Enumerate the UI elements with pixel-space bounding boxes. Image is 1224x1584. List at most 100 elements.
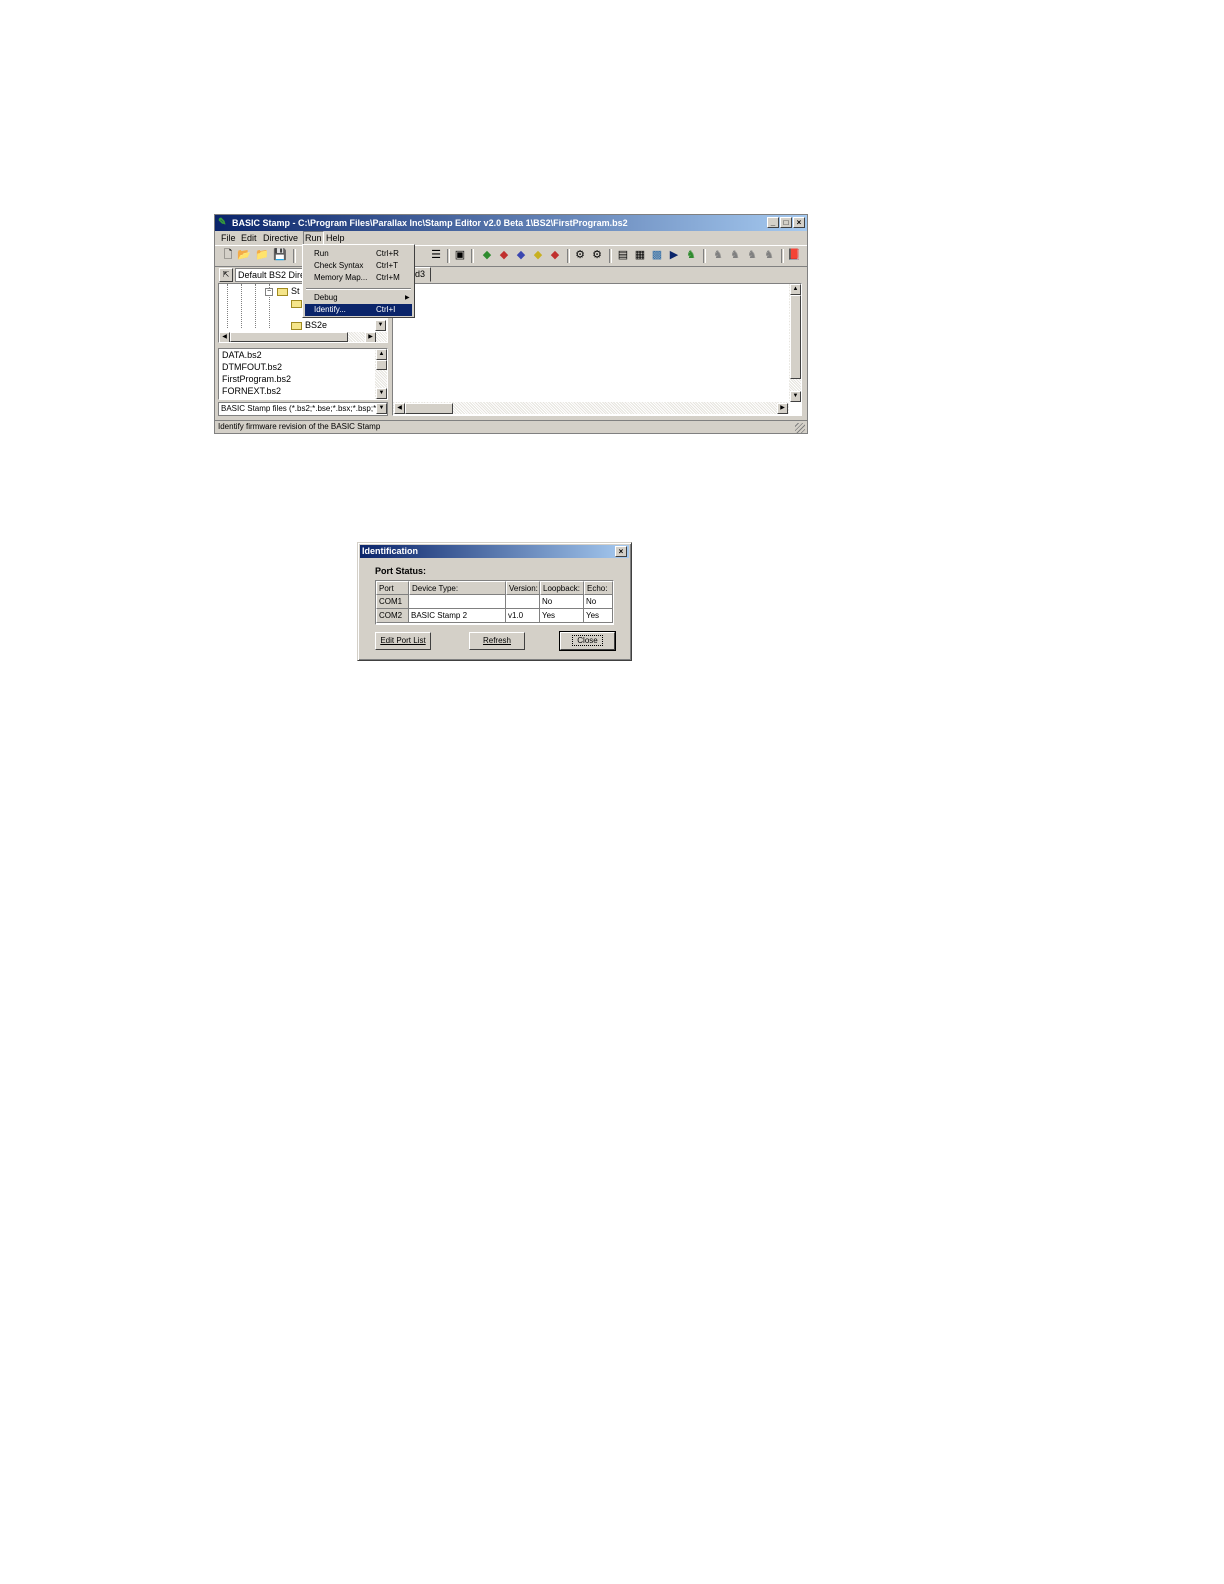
table-cell-echo: Yes (584, 609, 613, 623)
tree-item-stamp[interactable]: St (291, 286, 300, 297)
menu-run[interactable]: Run (303, 231, 324, 245)
table-cell-loopback: Yes (540, 609, 584, 623)
edit-port-list-button[interactable]: Edit Port List (375, 632, 431, 650)
list-item[interactable]: FirstProgram.bs2 (222, 374, 291, 385)
resize-grip-icon[interactable] (795, 423, 805, 433)
help-book-icon[interactable]: 📕 (787, 249, 801, 262)
new-file-icon[interactable]: 🗋 (221, 249, 235, 262)
button-label: Edit Port List (380, 636, 426, 645)
scroll-up-icon[interactable]: ▲ (376, 349, 387, 360)
list-item[interactable]: FORNEXT.bs2 (222, 386, 281, 397)
list-item[interactable]: DTMFOUT.bs2 (222, 362, 282, 373)
scroll-left-icon[interactable]: ◀ (219, 332, 230, 342)
memory-map-icon[interactable]: ▤ (616, 249, 630, 262)
document-icon[interactable]: ▦ (633, 249, 647, 262)
tree-scroll-down-icon[interactable]: ▼ (375, 320, 386, 331)
column-header-port[interactable]: Port (376, 581, 409, 595)
table-cell-port[interactable]: COM1 (376, 595, 409, 609)
menu-item-check-syntax[interactable]: Check Syntax Ctrl+T (305, 260, 412, 272)
column-header-loopback[interactable]: Loopback: (540, 581, 584, 595)
toolbar-separator (781, 249, 784, 263)
menu-edit[interactable]: Edit (241, 231, 257, 245)
port-status-table[interactable]: Port Device Type: Version: Loopback: Ech… (375, 580, 614, 625)
menu-item-memory-map[interactable]: Memory Map... Ctrl+M (305, 272, 412, 284)
menu-item-debug[interactable]: Debug ▶ (305, 292, 412, 304)
menu-file[interactable]: File (221, 231, 236, 245)
port-status-label: Port Status: (375, 566, 427, 576)
chip-green-icon[interactable]: ◆ (480, 249, 494, 262)
chip-red-2-icon[interactable]: ◆ (548, 249, 562, 262)
table-cell-device-type: BASIC Stamp 2 (409, 609, 506, 623)
run-icon[interactable]: ▶ (667, 249, 681, 262)
close-button[interactable]: × (793, 217, 805, 228)
chip-yellow-icon[interactable]: ◆ (531, 249, 545, 262)
tree-item-bs2e[interactable]: BS2e (305, 320, 327, 331)
close-button[interactable]: Close (559, 631, 616, 651)
open-recent-icon[interactable]: 📁 (255, 249, 269, 262)
code-editor[interactable]: ▲ ▼ ◀ ▶ (392, 283, 802, 416)
list-item[interactable]: DATA.bs2 (222, 350, 262, 361)
scroll-left-icon[interactable]: ◀ (394, 403, 405, 414)
tree-guide (241, 284, 243, 328)
tool-gray-3-icon[interactable]: ♞ (745, 249, 759, 262)
menu-item-label: Run (314, 249, 329, 258)
identify-icon[interactable]: ♞ (684, 249, 698, 262)
menu-item-shortcut: Ctrl+M (376, 273, 400, 282)
folder-icon (291, 322, 302, 330)
menu-help[interactable]: Help (326, 231, 345, 245)
save-icon[interactable]: 💾 (273, 249, 287, 262)
menu-separator (306, 288, 411, 290)
toolbar-separator (293, 249, 296, 263)
column-header-echo[interactable]: Echo: (584, 581, 613, 595)
run-menu-dropdown: Run Ctrl+R Check Syntax Ctrl+T Memory Ma… (302, 244, 415, 318)
file-filter-select[interactable]: BASIC Stamp files (*.bs2;*.bse;*.bsx;*.b… (218, 402, 388, 416)
editor-hscroll-thumb[interactable] (405, 403, 453, 414)
title-bar[interactable]: ✎ BASIC Stamp - C:\Program Files\Paralla… (215, 215, 807, 231)
tool-gray-1-icon[interactable]: ♞ (711, 249, 725, 262)
port-icon[interactable]: ⚙ (573, 249, 587, 262)
app-icon: ✎ (218, 217, 227, 228)
scroll-right-icon[interactable]: ▶ (365, 332, 376, 342)
folder-icon (277, 288, 288, 296)
menu-item-shortcut: Ctrl+I (376, 305, 396, 314)
split-view-icon[interactable]: ☰ (429, 249, 443, 262)
directory-browse-icon[interactable]: ⇱ (219, 268, 233, 282)
dialog-title-bar[interactable]: Identification × (360, 545, 629, 558)
menu-item-run[interactable]: Run Ctrl+R (305, 248, 412, 260)
window-icon[interactable]: ▣ (453, 249, 467, 262)
scroll-right-icon[interactable]: ▶ (777, 403, 788, 414)
minimize-button[interactable]: _ (767, 217, 779, 228)
menu-directive[interactable]: Directive (263, 231, 298, 245)
scroll-down-icon[interactable]: ▼ (790, 391, 801, 402)
file-vscroll-thumb[interactable] (376, 360, 387, 370)
file-list[interactable]: DATA.bs2 DTMFOUT.bs2 FirstProgram.bs2 FO… (218, 348, 388, 400)
chip-red-icon[interactable]: ◆ (497, 249, 511, 262)
table-cell-port[interactable]: COM2 (376, 609, 409, 623)
editor-vscroll-thumb[interactable] (790, 295, 801, 379)
scroll-up-icon[interactable]: ▲ (790, 284, 801, 295)
column-header-device-type[interactable]: Device Type: (409, 581, 506, 595)
open-folder-icon[interactable]: 📂 (237, 249, 251, 262)
chip-blue-icon[interactable]: ◆ (514, 249, 528, 262)
port-2-icon[interactable]: ⚙ (590, 249, 604, 262)
toolbar-separator (609, 249, 612, 263)
toolbar-separator (567, 249, 570, 263)
toolbar-separator (471, 249, 474, 263)
column-header-version[interactable]: Version: (506, 581, 540, 595)
filter-dropdown-icon[interactable]: ▼ (376, 403, 387, 414)
button-label: Close (572, 635, 603, 646)
tool-gray-4-icon[interactable]: ♞ (762, 249, 776, 262)
collapse-icon[interactable]: − (265, 288, 273, 296)
button-label: Refresh (482, 636, 511, 645)
debug-icon[interactable]: ▩ (650, 249, 664, 262)
dialog-close-icon[interactable]: × (615, 546, 627, 557)
tree-hscroll-thumb[interactable] (230, 332, 348, 342)
table-cell-device-type (409, 595, 506, 609)
scroll-down-icon[interactable]: ▼ (376, 388, 387, 399)
refresh-button[interactable]: Refresh (469, 632, 525, 650)
maximize-button[interactable]: □ (780, 217, 792, 228)
tool-gray-2-icon[interactable]: ♞ (728, 249, 742, 262)
menu-item-label: Identify... (314, 305, 346, 314)
menu-item-identify[interactable]: Identify... Ctrl+I (305, 304, 412, 316)
menu-item-shortcut: Ctrl+T (376, 261, 398, 270)
